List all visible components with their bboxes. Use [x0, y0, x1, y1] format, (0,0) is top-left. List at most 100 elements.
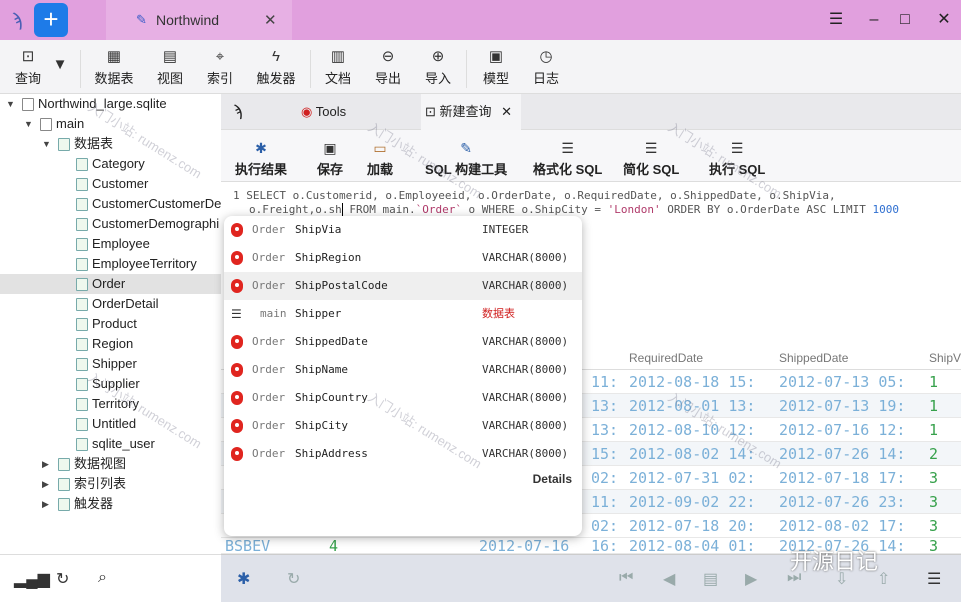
tree-triggers-group[interactable]: ▶ 触发器: [0, 494, 221, 514]
view-button[interactable]: ▤ 视图: [154, 48, 186, 88]
format-sql-button[interactable]: ☰ 格式化 SQL: [533, 140, 602, 178]
tab-close-icon[interactable]: ✕: [501, 104, 512, 119]
tree-table-item[interactable]: Order: [0, 274, 221, 294]
close-window-icon[interactable]: ✕: [932, 8, 956, 32]
autocomplete-item[interactable]: ☰ main Shipper 数据表: [224, 300, 582, 328]
prev-page-icon[interactable]: ◀: [663, 569, 675, 589]
tree-schema[interactable]: ▼ main: [0, 114, 221, 134]
table-cell: 2012-08-02 14:: [629, 445, 756, 463]
refresh-icon[interactable]: ↻: [56, 569, 69, 589]
autocomplete-item[interactable]: Order ShippedDate VARCHAR(8000): [224, 328, 582, 356]
autocomplete-item[interactable]: Order ShipCity VARCHAR(8000): [224, 412, 582, 440]
maximize-icon[interactable]: □: [893, 8, 917, 32]
chevron-right-icon[interactable]: ▶: [42, 494, 52, 514]
autocomplete-item[interactable]: Order ShipRegion VARCHAR(8000): [224, 244, 582, 272]
tree-table-item[interactable]: Supplier: [0, 374, 221, 394]
column-header[interactable]: ShipV: [929, 351, 961, 365]
load-button[interactable]: ▭ 加载: [367, 140, 393, 178]
tree-db[interactable]: ▼ Northwind_large.sqlite: [0, 94, 221, 114]
query-dropdown-button[interactable]: ▼: [50, 56, 70, 96]
edit-icon: ✎: [136, 12, 147, 27]
import-button[interactable]: ⊕ 导入: [422, 48, 454, 88]
field-icon: [231, 223, 243, 237]
details-link[interactable]: Details: [533, 472, 572, 486]
first-page-icon[interactable]: ⏮: [619, 569, 633, 587]
run-sql-button[interactable]: ☰ 执行 SQL: [709, 140, 765, 178]
autocomplete-table: Order: [252, 447, 286, 460]
schema-icon: [40, 118, 52, 131]
chevron-down-icon[interactable]: ▼: [6, 94, 16, 114]
view-group-icon: [58, 458, 70, 471]
export-button[interactable]: ⊖ 导出: [372, 48, 404, 88]
tree-table-item[interactable]: EmployeeTerritory: [0, 254, 221, 274]
autocomplete-table: Order: [252, 391, 286, 404]
tab-northwind[interactable]: ✎ Northwind ✕: [106, 0, 292, 40]
run-result-icon: ✱: [255, 140, 267, 156]
tree-table-item[interactable]: Untitled: [0, 414, 221, 434]
query-button[interactable]: ⊡ 查询: [12, 48, 44, 88]
sql-builder-button[interactable]: ✎ SQL 构建工具: [425, 140, 507, 178]
chevron-right-icon[interactable]: ▶: [42, 474, 52, 494]
field-icon: [231, 363, 243, 377]
run-result-button[interactable]: ✱ 执行结果: [235, 140, 287, 178]
tree-views-group[interactable]: ▶ 数据视图: [0, 454, 221, 474]
tree-table-item[interactable]: Employee: [0, 234, 221, 254]
tree-table-item[interactable]: OrderDetail: [0, 294, 221, 314]
tab-tools[interactable]: ◉ Tools: [301, 94, 346, 130]
tree-table-item[interactable]: Customer: [0, 174, 221, 194]
index-group-icon: [58, 478, 70, 491]
autocomplete-item[interactable]: Order ShipName VARCHAR(8000): [224, 356, 582, 384]
menu-icon[interactable]: ☰: [824, 8, 848, 32]
save-icon: ▣: [323, 140, 337, 156]
tree-table-item[interactable]: Shipper: [0, 354, 221, 374]
index-button[interactable]: ⌖ 索引: [204, 48, 236, 88]
tree-indexes-group[interactable]: ▶ 索引列表: [0, 474, 221, 494]
autocomplete-item[interactable]: Order ShipVia INTEGER: [224, 216, 582, 244]
tree-table-item[interactable]: Territory: [0, 394, 221, 414]
autocomplete-table: Order: [252, 251, 286, 264]
log-button[interactable]: ◷ 日志: [530, 48, 562, 88]
import-icon: ⊕: [431, 48, 445, 65]
table-icon: [76, 318, 88, 331]
table-cell: 13:: [591, 397, 619, 415]
minimize-icon[interactable]: –: [862, 8, 886, 32]
autocomplete-item[interactable]: Order ShipAddress VARCHAR(8000): [224, 440, 582, 468]
new-connection-button[interactable]: +: [34, 3, 68, 37]
simplify-sql-button[interactable]: ☰ 简化 SQL: [623, 140, 679, 178]
tree-table-item[interactable]: CustomerDemographi: [0, 214, 221, 234]
tab-new-query[interactable]: ⊡ 新建查询 ✕: [421, 94, 521, 130]
sort-up-icon[interactable]: ⇧: [877, 569, 890, 589]
page-info-icon[interactable]: ▤: [703, 569, 718, 589]
save-button[interactable]: ▣ 保存: [317, 140, 343, 178]
document-button[interactable]: ▥ 文档: [322, 48, 354, 88]
search-icon[interactable]: ⌕: [98, 569, 107, 587]
tab-close-icon[interactable]: ✕: [264, 11, 277, 29]
chevron-down-icon[interactable]: ▼: [24, 114, 34, 134]
next-page-icon[interactable]: ▶: [745, 569, 757, 589]
tree-table-item[interactable]: CustomerCustomerDe: [0, 194, 221, 214]
refresh-icon[interactable]: ↻: [287, 569, 300, 589]
stats-icon[interactable]: ▂▄▆: [14, 569, 50, 589]
column-header[interactable]: RequiredDate: [629, 351, 703, 365]
chevron-down-icon[interactable]: ▼: [42, 134, 52, 154]
table-group-icon: [58, 138, 70, 151]
autocomplete-name: ShipName: [295, 363, 348, 376]
tree-table-item[interactable]: Category: [0, 154, 221, 174]
autocomplete-item[interactable]: Order ShipCountry VARCHAR(8000): [224, 384, 582, 412]
table-cell: 15:: [591, 445, 619, 463]
chevron-right-icon[interactable]: ▶: [42, 454, 52, 474]
tree-table-item[interactable]: Product: [0, 314, 221, 334]
trigger-button[interactable]: ϟ 触发器: [254, 48, 298, 88]
run-result-icon[interactable]: ✱: [237, 569, 250, 589]
column-header[interactable]: ShippedDate: [779, 351, 848, 365]
home-tab-icon[interactable]: ϡ: [233, 94, 242, 130]
tree-tables-group[interactable]: ▼ 数据表: [0, 134, 221, 154]
table-button[interactable]: ▦ 数据表: [92, 48, 136, 88]
menu-icon[interactable]: ☰: [927, 569, 941, 589]
tree-table-item[interactable]: sqlite_user: [0, 434, 221, 454]
model-button[interactable]: ▣ 模型: [480, 48, 512, 88]
table-icon: [76, 378, 88, 391]
tree-table-item[interactable]: Region: [0, 334, 221, 354]
autocomplete-item[interactable]: Order ShipPostalCode VARCHAR(8000): [224, 272, 582, 300]
field-icon: [231, 335, 243, 349]
